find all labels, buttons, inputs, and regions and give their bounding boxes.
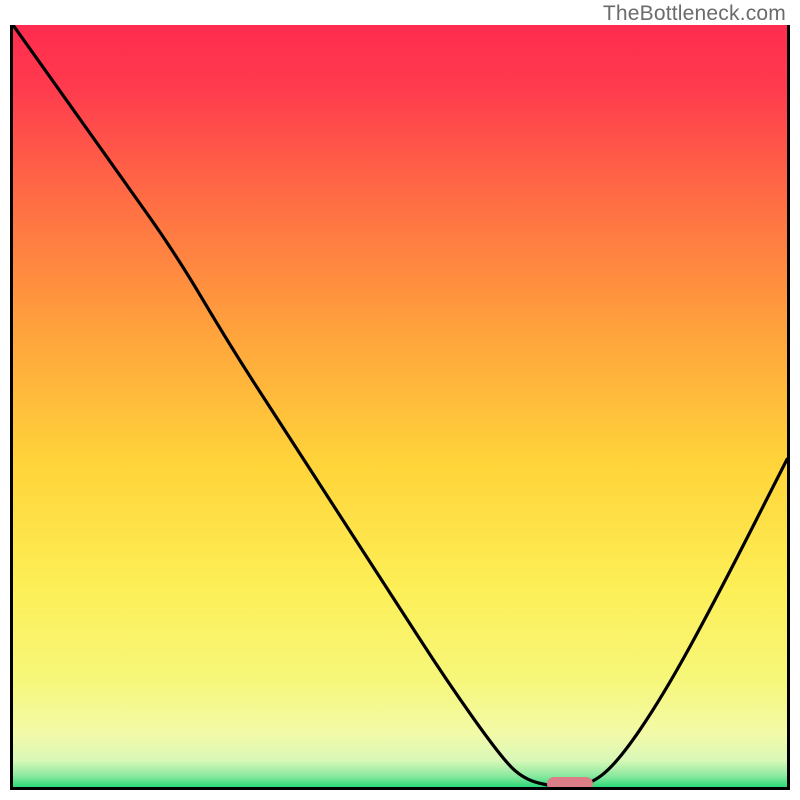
watermark-text: TheBottleneck.com xyxy=(603,2,786,26)
optimal-marker xyxy=(547,777,593,790)
bottleneck-curve xyxy=(13,25,787,787)
chart-frame xyxy=(10,25,790,790)
